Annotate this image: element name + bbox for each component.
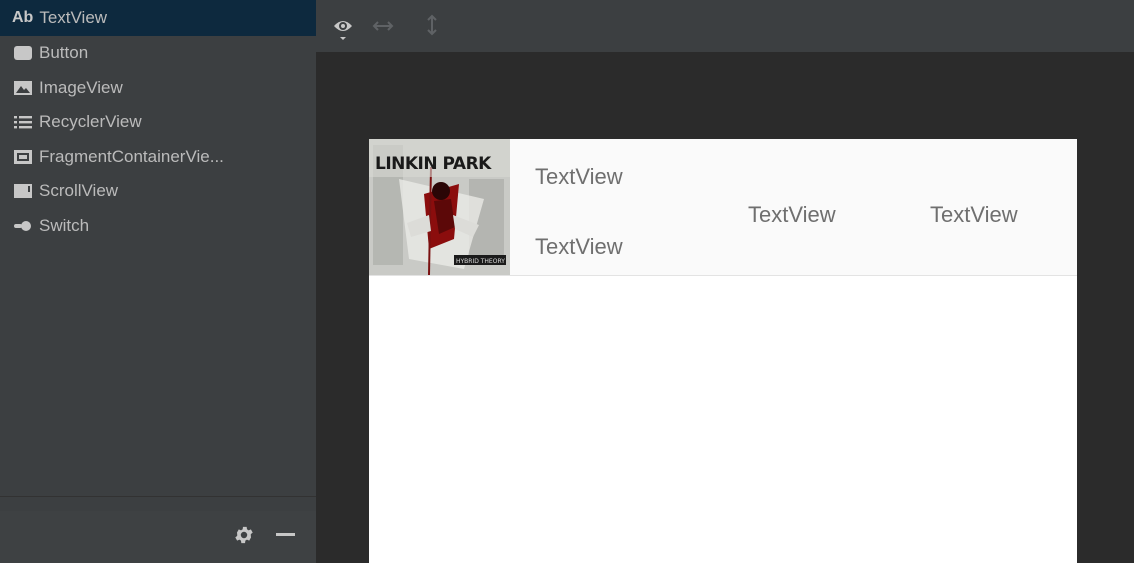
palette-item-fragmentcontainerview[interactable]: FragmentContainerVie... — [0, 140, 316, 175]
device-canvas[interactable]: LINKIN PARK HYBRID THEORY TextView TextV… — [369, 139, 1077, 563]
palette-item-label: ImageView — [39, 77, 123, 97]
minimize-icon[interactable] — [276, 533, 295, 536]
palette-item-textview[interactable]: Ab TextView — [0, 0, 316, 36]
android-studio-layout-editor: Ab TextView Button ImageView RecyclerVie… — [0, 0, 1134, 563]
textview-bottom[interactable]: TextView — [535, 234, 623, 260]
textview-right[interactable]: TextView — [930, 202, 1018, 228]
vertical-resize-icon[interactable] — [426, 14, 438, 36]
palette-item-button[interactable]: Button — [0, 36, 316, 71]
textview-middle[interactable]: TextView — [748, 202, 836, 228]
palette-item-recyclerview[interactable]: RecyclerView — [0, 105, 316, 140]
palette-item-label: RecyclerView — [39, 112, 142, 132]
album-art-imageview[interactable]: LINKIN PARK HYBRID THEORY — [369, 139, 510, 275]
textview-top[interactable]: TextView — [535, 164, 623, 190]
album-label-text: HYBRID THEORY — [456, 258, 505, 265]
palette-item-label: FragmentContainerVie... — [39, 146, 224, 166]
album-title-text: LINKIN PARK — [375, 154, 492, 174]
palette-item-imageview[interactable]: ImageView — [0, 71, 316, 106]
ab-text-icon: Ab — [12, 9, 34, 26]
palette-footer-bar — [0, 511, 316, 563]
switch-icon — [12, 216, 34, 236]
design-editor: LINKIN PARK HYBRID THEORY TextView TextV… — [316, 0, 1134, 563]
palette-item-label: Button — [39, 43, 89, 63]
palette-footer — [0, 496, 316, 563]
scroll-view-icon — [12, 181, 34, 201]
palette-list: Ab TextView Button ImageView RecyclerVie… — [0, 0, 316, 243]
palette-item-label: Switch — [39, 215, 90, 235]
album-art-image: LINKIN PARK HYBRID THEORY — [369, 139, 510, 275]
button-icon — [12, 43, 34, 63]
palette-item-label: TextView — [39, 8, 108, 27]
list-icon — [12, 112, 34, 132]
horizontal-resize-icon[interactable] — [372, 18, 394, 32]
palette-panel: Ab TextView Button ImageView RecyclerVie… — [0, 0, 316, 563]
palette-item-scrollview[interactable]: ScrollView — [0, 174, 316, 209]
palette-item-label: ScrollView — [39, 181, 119, 201]
design-toolbar — [316, 0, 1134, 52]
gear-icon[interactable] — [233, 524, 255, 546]
image-icon — [12, 78, 34, 98]
palette-item-switch[interactable]: Switch — [0, 209, 316, 244]
list-item-preview[interactable]: LINKIN PARK HYBRID THEORY TextView TextV… — [369, 139, 1077, 276]
fragment-container-icon — [12, 147, 34, 167]
eye-view-options-icon[interactable] — [332, 15, 358, 41]
